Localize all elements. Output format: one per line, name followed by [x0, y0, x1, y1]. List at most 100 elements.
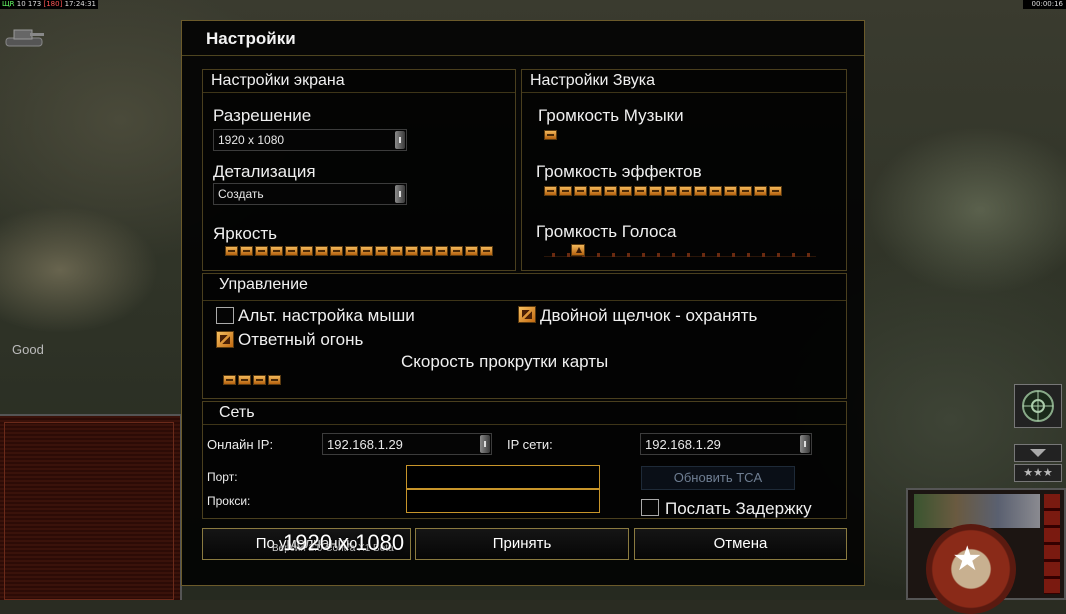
double-click-guard-label: Двойной щелчок - охранять — [540, 306, 758, 325]
slider-segment — [739, 186, 752, 196]
build-queue-strip[interactable] — [1044, 494, 1060, 594]
lan-ip-value: 192.168.1.29 — [645, 437, 721, 452]
slider-segment — [619, 186, 632, 196]
sound-settings-panel: Настройки Звука Громкость Музыки Громкос… — [521, 69, 847, 271]
slider-tick — [672, 253, 675, 257]
slider-tick — [777, 253, 780, 257]
brightness-slider[interactable] — [225, 246, 495, 258]
hud-faction: ЩR — [2, 0, 15, 8]
music-volume-slider[interactable] — [544, 130, 814, 142]
online-ip-value: 192.168.1.29 — [327, 437, 403, 452]
tank-icon[interactable] — [4, 24, 46, 48]
slider-segment — [480, 246, 493, 256]
slider-segment — [589, 186, 602, 196]
slider-tick — [552, 253, 555, 257]
effects-volume-slider[interactable] — [544, 186, 814, 198]
radar-minimap[interactable] — [0, 414, 182, 600]
return-fire-label: Ответный огонь — [238, 330, 364, 349]
hud-numbers: 10 173 — [16, 0, 42, 8]
music-volume-label: Громкость Музыки — [538, 106, 684, 125]
slider-tick — [567, 253, 570, 257]
dropdown-arrow-icon[interactable] — [480, 435, 490, 453]
detail-label: Детализация — [213, 162, 316, 181]
slider-tick — [687, 253, 690, 257]
unit-status-label: Good — [12, 342, 44, 357]
scroll-speed-slider[interactable] — [223, 375, 483, 387]
online-ip-dropdown[interactable]: 192.168.1.29 — [322, 433, 492, 455]
dropdown-arrow-icon[interactable] — [395, 185, 405, 203]
slider-segment — [225, 246, 238, 256]
slider-segment — [360, 246, 373, 256]
settings-dialog: Настройки Настройки экрана Разрешение 19… — [181, 20, 865, 586]
slider-tick — [642, 253, 645, 257]
slider-tick — [762, 253, 765, 257]
slider-segment — [315, 246, 328, 256]
lan-ip-label: IP сети: — [507, 437, 553, 452]
online-ip-label: Онлайн IP: — [207, 437, 274, 452]
brightness-label: Яркость — [213, 224, 277, 243]
slider-tick — [792, 253, 795, 257]
lan-ip-dropdown[interactable]: 192.168.1.29 — [640, 433, 812, 455]
controls-panel: Управление Альт. настройка мыши Двойной … — [202, 273, 847, 399]
proxy-label: Прокси: — [207, 494, 251, 508]
slider-segment — [544, 130, 557, 140]
slider-segment — [270, 246, 283, 256]
resolution-dropdown[interactable]: 1920 x 1080 — [213, 129, 407, 151]
slider-tick — [627, 253, 630, 257]
port-input[interactable] — [406, 465, 600, 489]
slider-segment — [649, 186, 662, 196]
hud-game-timer: 00:00:16 — [1023, 0, 1066, 9]
slider-tick — [807, 253, 810, 257]
alt-mouse-checkbox[interactable] — [216, 307, 234, 324]
compass-button[interactable] — [1014, 384, 1062, 428]
voice-volume-slider[interactable] — [544, 244, 816, 257]
proxy-input[interactable] — [406, 489, 600, 513]
dropdown-arrow-icon[interactable] — [800, 435, 810, 453]
slider-segment — [345, 246, 358, 256]
slider-segment — [559, 186, 572, 196]
slider-segment — [465, 246, 478, 256]
cancel-button[interactable]: Отмена — [634, 528, 847, 560]
accept-button[interactable]: Принять — [415, 528, 629, 560]
slider-segment — [724, 186, 737, 196]
send-delay-checkbox[interactable] — [641, 499, 659, 516]
slider-segment — [450, 246, 463, 256]
command-panel: ★ — [906, 488, 1066, 614]
slider-segment — [634, 186, 647, 196]
slider-segment — [330, 246, 343, 256]
slider-segment — [664, 186, 677, 196]
slider-segment — [390, 246, 403, 256]
slider-segment — [300, 246, 313, 256]
effects-volume-label: Громкость эффектов — [536, 162, 702, 181]
detail-dropdown[interactable]: Создать — [213, 183, 407, 205]
dialog-title: Настройки — [206, 29, 296, 48]
slider-tick — [657, 253, 660, 257]
slider-segment — [604, 186, 617, 196]
scroll-down-button[interactable] — [1014, 444, 1062, 462]
slider-tick — [702, 253, 705, 257]
voice-volume-label: Громкость Голоса — [536, 222, 677, 241]
slider-tick — [717, 253, 720, 257]
hud-clock: 17:24:31 — [64, 0, 97, 8]
port-label: Порт: — [207, 470, 238, 484]
send-delay-label: Послать Задержку — [665, 499, 812, 518]
slider-segment — [679, 186, 692, 196]
alt-mouse-label: Альт. настройка мыши — [238, 306, 415, 325]
hud-stats-bar: ЩR 10 173 [180] 17:24:31 — [0, 0, 98, 9]
double-click-guard-checkbox[interactable] — [518, 306, 536, 323]
slider-segment — [253, 375, 266, 385]
slider-segment — [375, 246, 388, 256]
update-tca-button[interactable]: Обновить TCA — [641, 466, 795, 490]
slider-segment — [268, 375, 281, 385]
compass-icon — [1022, 390, 1054, 422]
dropdown-arrow-icon[interactable] — [395, 131, 405, 149]
screen-settings-panel: Настройки экрана Разрешение 1920 x 1080 … — [202, 69, 516, 271]
slider-segment — [223, 375, 236, 385]
unit-portraits[interactable] — [914, 494, 1040, 528]
slider-thumb[interactable] — [571, 244, 585, 256]
resolution-overlay-text: 1920 x 1080 — [283, 530, 405, 555]
hud-bracket: [180] — [43, 0, 63, 8]
slider-tick — [747, 253, 750, 257]
return-fire-checkbox[interactable] — [216, 331, 234, 348]
rank-stars: ★★★ — [1014, 464, 1062, 482]
